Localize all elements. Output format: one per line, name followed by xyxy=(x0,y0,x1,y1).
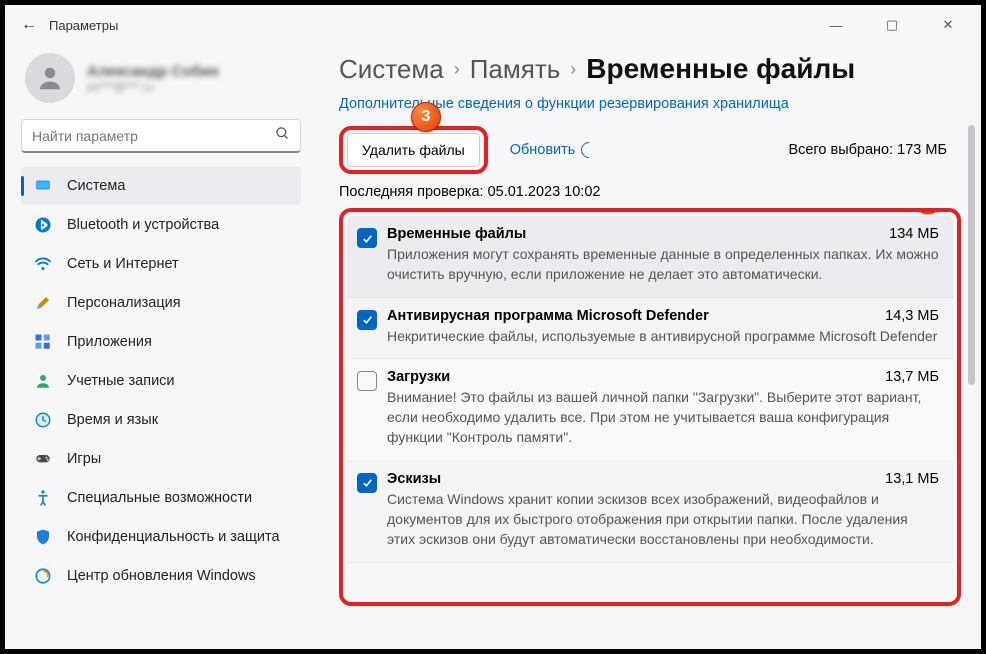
annotation-bubble-2: 2 xyxy=(913,208,943,214)
sidebar-item-label: Приложения xyxy=(67,334,152,350)
sidebar-item-label: Игры xyxy=(67,451,101,467)
update-icon xyxy=(33,566,53,586)
avatar xyxy=(25,53,75,103)
sidebar-item-label: Учетные записи xyxy=(67,373,175,389)
file-size: 14,3 МБ xyxy=(885,308,939,324)
sidebar-item-7[interactable]: Игры xyxy=(21,440,301,478)
chevron-right-icon: › xyxy=(570,59,576,80)
file-item-3[interactable]: Эскизы 13,1 МБ Система Windows хранит копи… xyxy=(347,461,953,563)
file-desc: Приложения могут сохранять временные дан… xyxy=(387,244,939,285)
sidebar-item-3[interactable]: Персонализация xyxy=(21,284,301,322)
refresh-button[interactable]: Обновить xyxy=(510,142,598,158)
system-icon xyxy=(33,176,53,196)
file-title: Временные файлы xyxy=(387,226,526,242)
sidebar-item-label: Конфиденциальность и защита xyxy=(67,529,280,545)
annotation-highlight-3: Удалить файлы 3 xyxy=(339,126,488,174)
shield-icon xyxy=(33,527,53,547)
sidebar-item-label: Персонализация xyxy=(67,295,181,311)
chevron-right-icon: › xyxy=(454,59,460,80)
clock-icon xyxy=(33,410,53,430)
search-field[interactable] xyxy=(32,128,275,144)
sidebar-item-1[interactable]: Bluetooth и устройства xyxy=(21,206,301,244)
file-title: Загрузки xyxy=(387,369,450,385)
file-item-0[interactable]: Временные файлы 134 МБ Приложения могут со… xyxy=(347,216,953,298)
breadcrumb: Система › Память › Временные файлы xyxy=(339,53,961,85)
sidebar-item-10[interactable]: Центр обновления Windows xyxy=(21,557,301,595)
game-icon xyxy=(33,449,53,469)
sidebar-item-label: Система xyxy=(67,178,125,194)
annotation-bubble-3: 3 xyxy=(411,102,441,132)
close-button[interactable]: ✕ xyxy=(931,10,965,40)
file-desc: Система Windows хранит копии эскизов все… xyxy=(387,489,939,550)
access-icon xyxy=(33,488,53,508)
total-selected-label: Всего выбрано: 173 МБ xyxy=(788,142,961,158)
page-title: Временные файлы xyxy=(586,53,855,85)
file-list: 2 Временные файлы 134 МБ Приложения могут … xyxy=(339,208,961,606)
sidebar-item-8[interactable]: Специальные возможности xyxy=(21,479,301,517)
sidebar-item-2[interactable]: Сеть и Интернет xyxy=(21,245,301,283)
sidebar-item-label: Bluetooth и устройства xyxy=(67,217,219,233)
profile-name: Александр Собин ps***@***.ru xyxy=(87,63,219,94)
sidebar-item-4[interactable]: Приложения xyxy=(21,323,301,361)
search-input[interactable] xyxy=(21,119,301,153)
bluetooth-icon xyxy=(33,215,53,235)
scrollbar[interactable] xyxy=(968,125,975,639)
file-desc: Некритические файлы, используемые в анти… xyxy=(387,326,939,346)
user-icon xyxy=(33,371,53,391)
sidebar-item-6[interactable]: Время и язык xyxy=(21,401,301,439)
file-checkbox[interactable] xyxy=(357,228,377,248)
brush-icon xyxy=(33,293,53,313)
search-icon xyxy=(275,126,290,145)
breadcrumb-memory[interactable]: Память xyxy=(470,54,561,85)
file-desc: Внимание! Это файлы из вашей личной папк… xyxy=(387,387,939,448)
refresh-icon xyxy=(578,139,601,162)
file-size: 134 МБ xyxy=(889,226,939,242)
sidebar-item-label: Время и язык xyxy=(67,412,158,428)
maximize-button[interactable]: ▢ xyxy=(875,10,909,40)
sidebar-item-5[interactable]: Учетные записи xyxy=(21,362,301,400)
file-title: Антивирусная программа Microsoft Defende… xyxy=(387,308,709,324)
sidebar-item-0[interactable]: Система xyxy=(21,167,301,205)
file-item-2[interactable]: Загрузки 13,7 МБ Внимание! Это файлы из ва… xyxy=(347,359,953,461)
back-button[interactable]: ← xyxy=(17,16,41,34)
delete-files-button[interactable]: Удалить файлы xyxy=(347,133,480,167)
wifi-icon xyxy=(33,254,53,274)
sidebar-item-9[interactable]: Конфиденциальность и защита xyxy=(21,518,301,556)
reservation-info-link[interactable]: Дополнительные сведения о функции резерв… xyxy=(339,96,789,112)
minimize-button[interactable]: — xyxy=(819,10,853,40)
sidebar-item-label: Центр обновления Windows xyxy=(67,568,256,584)
refresh-label: Обновить xyxy=(510,142,576,158)
sidebar-nav: Система Bluetooth и устройства Сеть и Инте… xyxy=(21,167,301,595)
scrollbar-thumb[interactable] xyxy=(968,125,975,385)
file-item-1[interactable]: Антивирусная программа Microsoft Defende… xyxy=(347,298,953,359)
sidebar-item-label: Сеть и Интернет xyxy=(67,256,179,272)
file-checkbox[interactable] xyxy=(357,310,377,330)
sidebar-item-label: Специальные возможности xyxy=(67,490,252,506)
file-checkbox[interactable] xyxy=(357,473,377,493)
file-title: Эскизы xyxy=(387,471,441,487)
breadcrumb-system[interactable]: Система xyxy=(339,54,444,85)
last-check-label: Последняя проверка: 05.01.2023 10:02 xyxy=(339,184,961,200)
profile-block[interactable]: Александр Собин ps***@***.ru xyxy=(21,45,301,119)
apps-icon xyxy=(33,332,53,352)
window-title: Параметры xyxy=(49,18,118,33)
file-size: 13,7 МБ xyxy=(885,369,939,385)
file-checkbox[interactable] xyxy=(357,371,377,391)
file-size: 13,1 МБ xyxy=(885,471,939,487)
